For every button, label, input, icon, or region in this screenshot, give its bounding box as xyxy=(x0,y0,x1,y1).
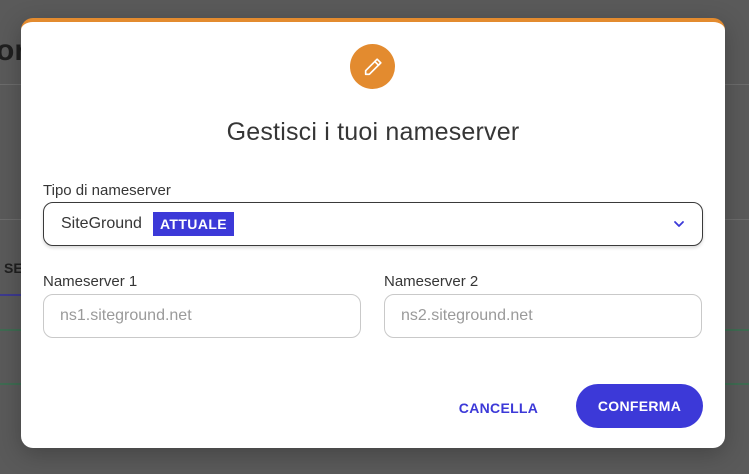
nameserver-type-label: Tipo di nameserver xyxy=(43,182,171,199)
nameserver-2-input[interactable] xyxy=(384,294,702,338)
confirm-button[interactable]: CONFERMA xyxy=(576,384,703,428)
nameserver-type-select[interactable]: SiteGround ATTUALE xyxy=(43,202,703,246)
manage-nameservers-dialog: Gestisci i tuoi nameserver Tipo di names… xyxy=(21,18,725,448)
background-tab: SE xyxy=(4,260,23,276)
nameserver-2-label: Nameserver 2 xyxy=(384,273,479,290)
selected-nameserver-type: SiteGround xyxy=(61,215,142,232)
current-badge: ATTUALE xyxy=(152,212,235,236)
chevron-down-icon xyxy=(674,221,684,227)
cancel-button[interactable]: CANCELLA xyxy=(441,388,556,428)
nameserver-1-label: Nameserver 1 xyxy=(43,273,138,290)
nameserver-1-input[interactable] xyxy=(43,294,361,338)
dialog-title: Gestisci i tuoi nameserver xyxy=(226,118,520,146)
pencil-icon xyxy=(350,44,395,89)
